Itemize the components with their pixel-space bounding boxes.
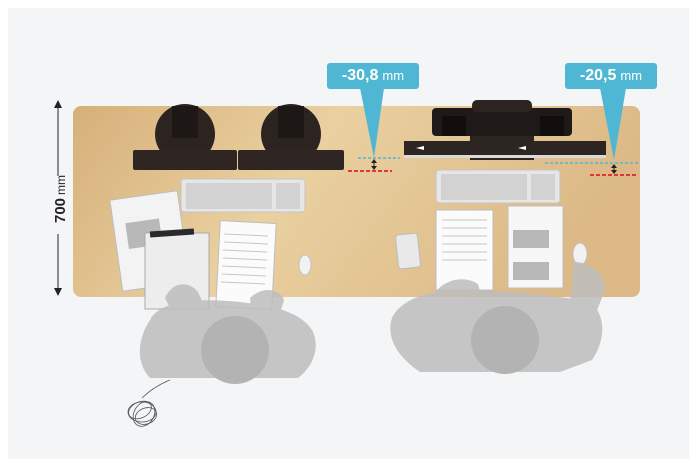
desk-depth-label: 700 mm — [51, 175, 71, 223]
left-offset-value: -30,8 — [341, 67, 379, 84]
left-keyboard — [180, 178, 306, 213]
desk-illustration: -30,8 mm -20,5 mm 700mm — [0, 0, 697, 467]
desk-depth-value: 700 — [52, 197, 69, 223]
right-offset-unit: mm — [620, 68, 643, 83]
right-keyboard — [435, 169, 561, 204]
right-offset-callout: -20,5 mm — [565, 63, 657, 89]
left-mouse — [298, 254, 312, 276]
right-monitor-2 — [506, 141, 606, 158]
cable-tangle — [127, 379, 171, 427]
right-monitor-1 — [404, 141, 506, 158]
right-offset-value: -20,5 — [579, 67, 617, 84]
desk-depth-unit: mm — [54, 174, 68, 195]
right-mouse — [572, 242, 588, 266]
left-offset-unit: mm — [382, 68, 405, 83]
smartphone — [395, 232, 421, 270]
left-offset-callout: -30,8 mm — [327, 63, 419, 89]
